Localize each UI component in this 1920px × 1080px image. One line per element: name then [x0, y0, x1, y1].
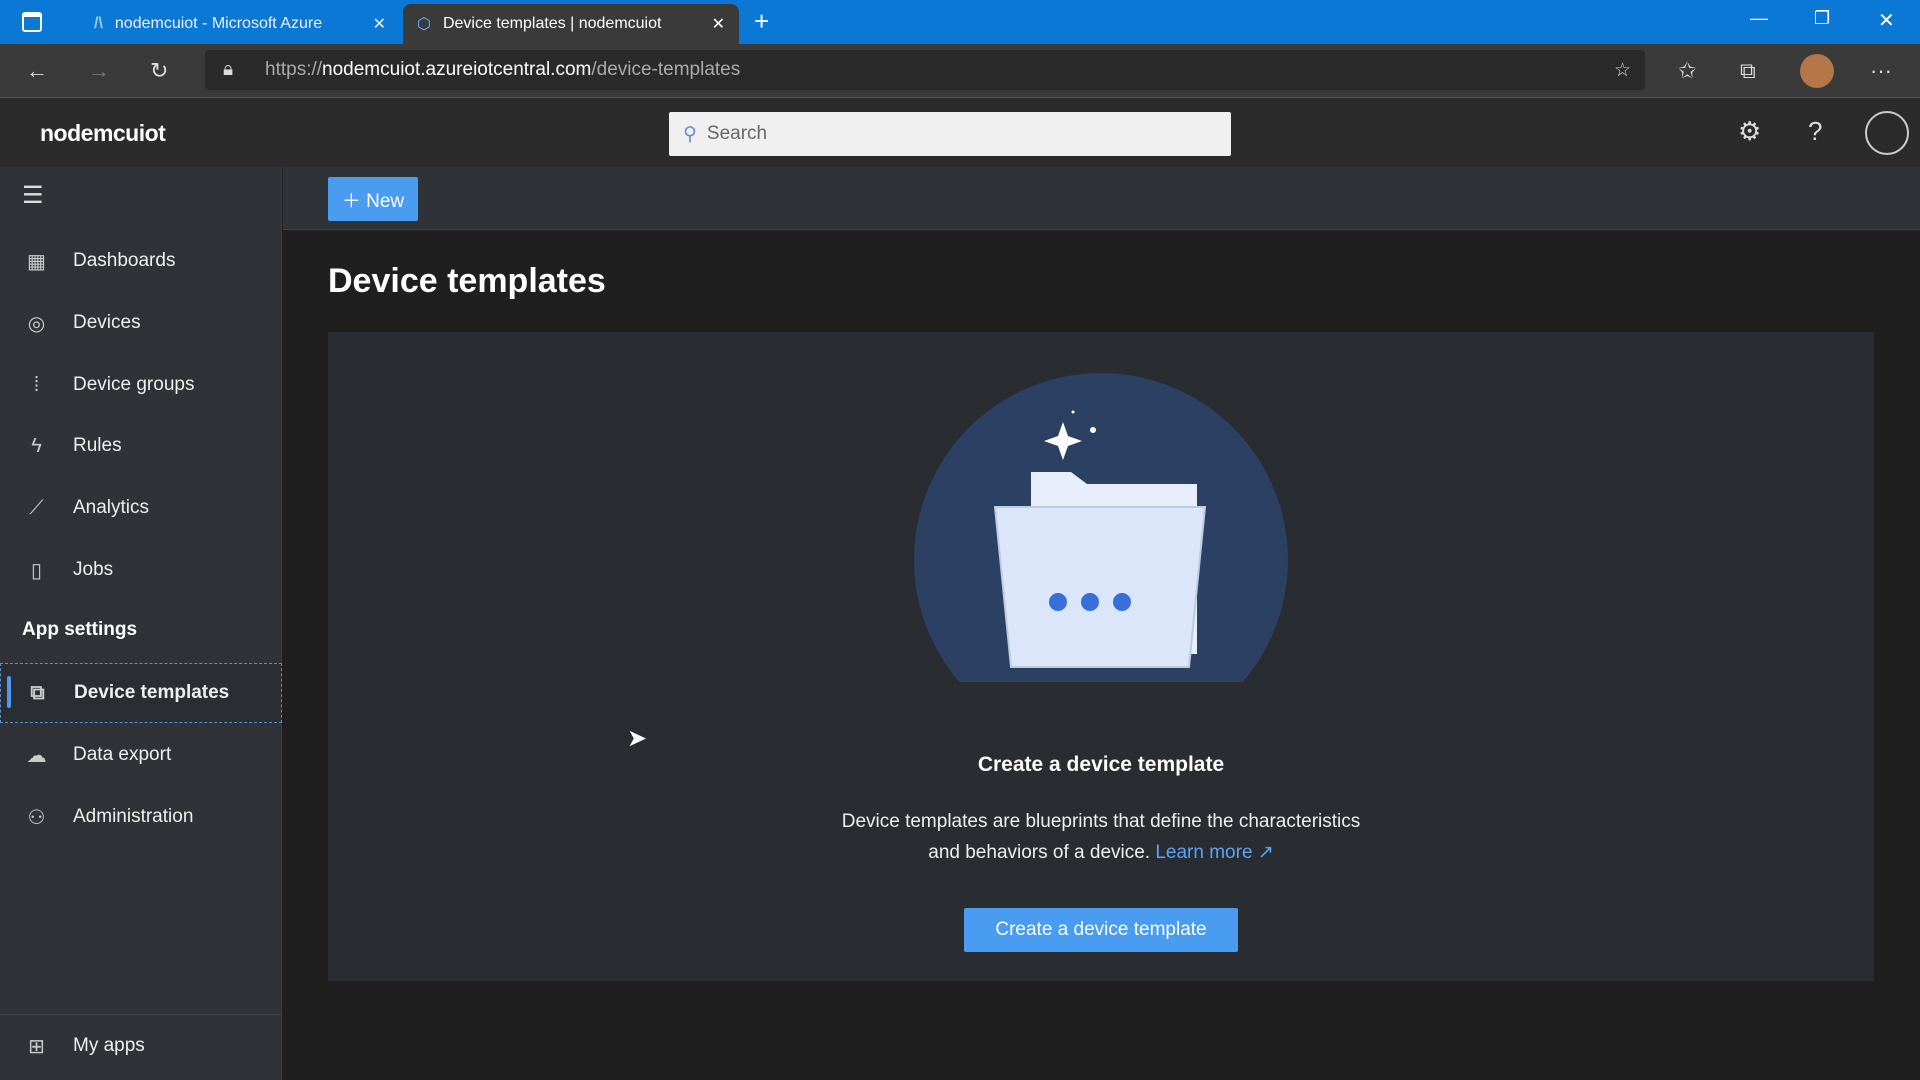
refresh-button[interactable]: ↻	[150, 58, 168, 84]
empty-state-card	[328, 332, 1874, 981]
apps-grid-icon: ⊞	[28, 1035, 45, 1058]
device-templates-icon: ⧉	[30, 681, 45, 704]
administration-icon: ⚇	[27, 806, 46, 829]
sidebar-item-device-templates[interactable]: ⧉ Device templates	[0, 663, 282, 723]
help-icon[interactable]: ?	[1808, 116, 1822, 147]
sidebar-item-analytics[interactable]: ⟋ Analytics	[0, 480, 282, 536]
mouse-cursor: ➤	[627, 725, 648, 752]
external-link-icon: ↗	[1257, 842, 1274, 863]
new-button[interactable]: ＋ New	[328, 177, 418, 221]
tab-actions-icon[interactable]	[22, 12, 42, 32]
create-device-template-button[interactable]: Create a device template	[964, 908, 1238, 952]
tab-azure[interactable]: /\ nodemcuiot - Microsoft Azure ✕	[80, 4, 400, 44]
close-tab-icon[interactable]: ✕	[373, 14, 386, 34]
empty-state-description: Device templates are blueprints that def…	[841, 811, 1361, 863]
empty-state-heading: Create a device template	[977, 753, 1225, 776]
restore-button[interactable]: ❐	[1814, 8, 1830, 29]
sidebar: ☰ ▦ Dashboards ◎ Devices ⁞ Device groups ϟR…	[0, 167, 282, 1080]
dashboard-icon: ▦	[27, 250, 46, 273]
url-input[interactable]: 🔒︎ https://nodemcuiot.azureiotcentral.co…	[205, 50, 1645, 90]
more-icon[interactable]: ···	[1870, 58, 1892, 84]
iot-central-icon: ⬡	[417, 16, 431, 33]
account-icon[interactable]	[1865, 111, 1909, 155]
browser-tab-bar: /\ nodemcuiot - Microsoft Azure ✕ ⬡ Devi…	[0, 0, 1920, 44]
devices-icon: ◎	[27, 312, 46, 335]
forward-button[interactable]: →	[88, 58, 110, 84]
favorite-add-icon[interactable]: ☆	[1614, 59, 1631, 82]
sidebar-item-my-apps[interactable]: ⊞ My apps	[0, 1018, 282, 1074]
profile-avatar[interactable]	[1800, 54, 1834, 88]
learn-more-link[interactable]: Learn more ↗	[1155, 842, 1273, 863]
app-name[interactable]: nodemcuiot	[40, 120, 166, 147]
divider	[0, 1014, 282, 1015]
analytics-icon: ⟋	[29, 496, 44, 519]
sidebar-item-administration[interactable]: ⚇ Administration	[0, 789, 282, 845]
close-window-button[interactable]: ✕	[1878, 8, 1895, 33]
address-bar: ← → ↻ 🔒︎ https://nodemcuiot.azureiotcent…	[0, 44, 1920, 98]
rules-icon: ϟ	[31, 434, 42, 457]
search-input[interactable]: ⚲ Search	[669, 112, 1231, 156]
sidebar-item-devices[interactable]: ◎ Devices	[0, 295, 282, 351]
tab-device-templates[interactable]: ⬡ Device templates | nodemcuiot ✕	[403, 4, 739, 44]
sidebar-item-device-groups[interactable]: ⁞ Device groups	[0, 357, 282, 413]
search-icon: ⚲	[683, 123, 697, 145]
sidebar-item-jobs[interactable]: ▯ Jobs	[0, 542, 282, 598]
sidebar-item-data-export[interactable]: ☁ Data export	[0, 727, 282, 783]
azure-icon: /\	[94, 15, 103, 32]
favorites-icon[interactable]: ✩	[1678, 58, 1696, 84]
device-groups-icon: ⁞	[33, 373, 40, 396]
plus-icon: ＋	[341, 190, 367, 212]
minimize-button[interactable]: —	[1750, 8, 1768, 29]
lock-icon: 🔒︎	[223, 59, 234, 80]
new-tab-button[interactable]: +	[754, 6, 769, 37]
hamburger-menu-icon[interactable]: ☰	[22, 181, 44, 210]
settings-icon[interactable]: ⚙	[1738, 116, 1761, 147]
sidebar-item-dashboards[interactable]: ▦ Dashboards	[0, 233, 282, 289]
jobs-icon: ▯	[30, 559, 42, 582]
section-app-settings: App settings	[22, 619, 138, 640]
collections-icon[interactable]: ⧉	[1740, 58, 1756, 84]
close-tab-icon[interactable]: ✕	[712, 14, 725, 34]
folder-illustration	[914, 373, 1288, 682]
data-export-icon: ☁	[26, 744, 47, 767]
app-header: nodemcuiot ⚲ Search ⚙ ?	[0, 98, 1920, 167]
sidebar-item-rules[interactable]: ϟ Rules	[0, 418, 282, 474]
back-button[interactable]: ←	[26, 58, 48, 84]
command-bar: ＋ New	[283, 167, 1920, 230]
page-title: Device templates	[328, 262, 606, 300]
